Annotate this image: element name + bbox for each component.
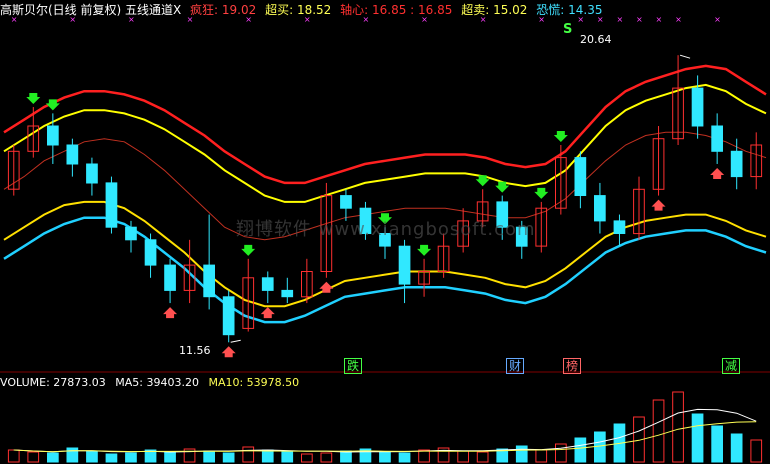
buy-arrow-icon bbox=[710, 167, 725, 179]
legend-crazy: 疯狂: 19.02 bbox=[190, 3, 257, 17]
band-line-crazy bbox=[3, 64, 767, 185]
sell-arrow-icon bbox=[553, 130, 568, 142]
legend-overbought: 超买: 18.52 bbox=[265, 3, 332, 17]
volume-bar bbox=[125, 452, 137, 463]
chart-canvas[interactable]: × × × × × × × × × × × × × × × × × bbox=[0, 0, 770, 464]
candle-body bbox=[281, 289, 294, 298]
legend-axis: 轴心: 16.85 : 16.85 bbox=[340, 3, 453, 17]
volume-ma10: MA10: 53978.50 bbox=[208, 376, 300, 389]
volume-value: VOLUME: 27873.03 bbox=[0, 376, 106, 389]
volume-bar bbox=[652, 399, 665, 463]
high-price-label: 20.64 bbox=[580, 33, 612, 46]
volume-bar bbox=[574, 437, 587, 463]
candle-body bbox=[164, 264, 176, 291]
band-line-overbought bbox=[3, 83, 767, 203]
candle-body bbox=[359, 207, 372, 234]
volume-bar bbox=[476, 451, 489, 463]
volume-bar bbox=[379, 451, 391, 463]
volume-bar bbox=[86, 450, 98, 463]
volume-bar bbox=[66, 447, 79, 463]
sell-arrow-icon bbox=[241, 244, 256, 256]
volume-bar bbox=[203, 450, 216, 463]
sell-arrow-icon bbox=[417, 244, 432, 256]
candle-body bbox=[105, 182, 118, 228]
volume-ma5: MA5: 39403.20 bbox=[115, 376, 199, 389]
extreme-marker: × bbox=[616, 15, 623, 24]
candle-body bbox=[496, 201, 509, 228]
candle-body bbox=[711, 125, 723, 152]
candle-body bbox=[379, 233, 391, 247]
volume-bar bbox=[691, 413, 704, 463]
extreme-marker: × bbox=[714, 15, 721, 24]
candle-body bbox=[340, 195, 352, 209]
volume-bar bbox=[594, 431, 606, 463]
volume-bar bbox=[105, 453, 118, 463]
candle-body bbox=[691, 87, 704, 127]
volume-bar bbox=[515, 445, 528, 463]
stock-chart-window: × × × × × × × × × × × × × × × × × 高斯贝尔(日线 前复权) 五线通道X 疯狂:… bbox=[0, 0, 770, 464]
volume-bar bbox=[398, 452, 411, 463]
tag-finance[interactable]: 财 bbox=[506, 358, 525, 374]
indicator-legend: 高斯贝尔(日线 前复权) 五线通道X 疯狂: 19.02 超买: 18.52 轴… bbox=[0, 0, 607, 20]
candle-body bbox=[261, 277, 274, 291]
candle-body bbox=[86, 163, 98, 184]
legend-panic: 恐慌: 14.35 bbox=[536, 3, 603, 17]
volume-bar bbox=[418, 449, 430, 463]
volume-bar bbox=[281, 451, 294, 463]
candle-body bbox=[47, 125, 59, 146]
low-price-label: 11.56 bbox=[179, 344, 211, 357]
candle-body bbox=[125, 226, 137, 241]
buy-arrow-icon bbox=[260, 307, 275, 319]
volume-bar bbox=[457, 450, 469, 463]
candle-body bbox=[613, 220, 626, 234]
volume-bar bbox=[340, 450, 352, 463]
candle-body bbox=[594, 195, 606, 222]
volume-bar bbox=[672, 391, 684, 463]
candle-body bbox=[203, 264, 216, 298]
extreme-marker: × bbox=[675, 15, 682, 24]
candle-body bbox=[730, 150, 743, 178]
volume-bar bbox=[555, 443, 567, 463]
extreme-marker: × bbox=[656, 15, 663, 24]
tag-list[interactable]: 榜 bbox=[563, 358, 582, 374]
indicator-title: 高斯贝尔(日线 前复权) 五线通道X bbox=[0, 3, 182, 17]
volume-bar bbox=[242, 446, 255, 463]
high-pointer bbox=[679, 54, 691, 59]
volume-bar bbox=[535, 449, 548, 463]
buy-arrow-icon bbox=[163, 307, 178, 319]
candle-body bbox=[144, 239, 157, 266]
buy-arrow-icon bbox=[221, 346, 236, 358]
sell-arrow-icon bbox=[378, 213, 392, 225]
candle-body bbox=[398, 245, 411, 285]
sell-arrow-icon bbox=[534, 187, 549, 199]
volume-bar bbox=[27, 451, 40, 463]
candle-body bbox=[515, 226, 528, 247]
volume-bar bbox=[7, 449, 20, 463]
low-pointer bbox=[230, 339, 241, 343]
tag-fall[interactable]: 跌 bbox=[344, 358, 363, 374]
volume-ma10-line bbox=[13, 421, 757, 453]
volume-bar bbox=[222, 452, 235, 463]
legend-oversold: 超卖: 15.02 bbox=[461, 3, 528, 17]
candle-body bbox=[222, 296, 235, 336]
volume-bar bbox=[320, 452, 333, 463]
volume-bar bbox=[730, 433, 743, 463]
volume-ma5-line bbox=[13, 408, 757, 453]
volume-legend: VOLUME: 27873.03 MA5: 39403.20 MA10: 539… bbox=[0, 375, 305, 391]
sell-signal-mark: S bbox=[563, 22, 573, 37]
volume-bar bbox=[301, 453, 313, 463]
extreme-marker: × bbox=[636, 15, 643, 24]
candle-body bbox=[66, 144, 79, 165]
volume-bar bbox=[164, 451, 176, 463]
volume-bar bbox=[261, 449, 274, 463]
volume-bar bbox=[711, 425, 723, 463]
volume-bar bbox=[47, 452, 59, 463]
sell-arrow-icon bbox=[26, 93, 41, 105]
volume-bar bbox=[750, 439, 763, 463]
tag-reduce[interactable]: 减 bbox=[722, 358, 741, 374]
candle-body bbox=[574, 157, 587, 197]
buy-arrow-icon bbox=[651, 199, 666, 211]
